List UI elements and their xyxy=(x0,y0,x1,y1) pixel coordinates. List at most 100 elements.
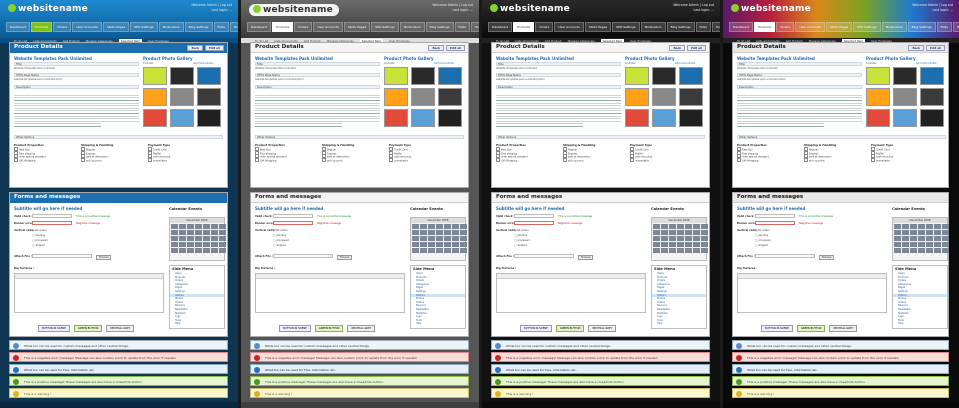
calendar-day[interactable] xyxy=(412,248,419,253)
radio-option[interactable]: ◯ shipped xyxy=(755,244,768,247)
gallery-thumb[interactable] xyxy=(920,67,944,85)
calendar-day[interactable] xyxy=(460,236,467,241)
nav-tab[interactable]: Orders xyxy=(776,22,795,32)
option-checkbox[interactable]: unavailable xyxy=(871,158,926,162)
nav-tab[interactable]: FAQs xyxy=(936,22,952,32)
calendar-day[interactable] xyxy=(195,230,202,235)
nav-tab[interactable]: Static Pages xyxy=(102,22,130,32)
scene-button[interactable]: BUTTON IN SCENE xyxy=(38,325,70,332)
green-button[interactable]: GREEN BUTTON xyxy=(314,325,344,332)
calendar-day[interactable] xyxy=(428,248,435,253)
back-button[interactable]: Back xyxy=(669,45,685,51)
add-photos-link[interactable]: add more photos xyxy=(434,62,464,66)
gallery-thumb[interactable] xyxy=(679,88,703,106)
nav-tab[interactable]: FAQs xyxy=(454,22,470,32)
calendar-day[interactable] xyxy=(902,224,909,229)
gallery-thumb[interactable] xyxy=(866,109,890,127)
calendar-day[interactable] xyxy=(677,248,684,253)
nav-tab[interactable]: SEO Settings xyxy=(853,22,881,32)
title-value[interactable]: Website Templates Pack Unlimited xyxy=(14,67,139,71)
gallery-thumb[interactable] xyxy=(625,88,649,106)
gallery-thumb[interactable] xyxy=(893,109,917,127)
nav-tab[interactable]: Orders xyxy=(294,22,313,32)
notification-info[interactable]: While too can be used for custom message… xyxy=(250,340,469,350)
calendar-day[interactable] xyxy=(701,248,708,253)
calendar-day[interactable] xyxy=(187,230,194,235)
calendar-day[interactable] xyxy=(661,224,668,229)
calendar-day[interactable] xyxy=(412,236,419,241)
option-checkbox[interactable]: unavailable xyxy=(630,158,685,162)
radio-option[interactable]: ◯ shipped xyxy=(273,244,286,247)
calendar-day[interactable] xyxy=(179,230,186,235)
calendar-day[interactable] xyxy=(420,230,427,235)
calendar-day[interactable] xyxy=(195,236,202,241)
calendar-day[interactable] xyxy=(926,230,933,235)
nav-tab[interactable]: Products xyxy=(31,22,53,32)
calendar-day[interactable] xyxy=(412,242,419,247)
text-input-error[interactable] xyxy=(273,221,313,225)
nav-tab[interactable]: User Accounts xyxy=(72,22,102,32)
calendar-day[interactable] xyxy=(685,242,692,247)
notification-err[interactable]: This is a negative error message! Messag… xyxy=(491,352,710,362)
option-checkbox[interactable]: pick up point xyxy=(322,158,377,162)
calendar-day[interactable] xyxy=(669,236,676,241)
nav-tab[interactable]: Static Pages xyxy=(825,22,853,32)
gallery-thumb[interactable] xyxy=(170,88,194,106)
edit-all-button[interactable]: Edit all xyxy=(687,45,706,51)
radio-option[interactable]: ◯ processed xyxy=(273,239,289,242)
back-button[interactable]: Back xyxy=(187,45,203,51)
gallery-thumb[interactable] xyxy=(652,109,676,127)
calendar-day[interactable] xyxy=(693,248,700,253)
option-checkbox[interactable]: pick up point xyxy=(563,158,618,162)
rich-text-editor[interactable] xyxy=(14,273,164,313)
nav-tab[interactable]: Hosting Options xyxy=(952,22,959,32)
gallery-thumb[interactable] xyxy=(920,88,944,106)
radio-option[interactable]: ◯ processed xyxy=(755,239,771,242)
browse-button[interactable]: Browse xyxy=(578,255,594,260)
browse-button[interactable]: Browse xyxy=(96,255,112,260)
calendar-day[interactable] xyxy=(701,242,708,247)
radio-option[interactable]: ◯ pending xyxy=(514,234,527,237)
calendar-day[interactable] xyxy=(187,224,194,229)
calendar-day[interactable] xyxy=(902,230,909,235)
calendar-day[interactable] xyxy=(902,236,909,241)
option-checkbox[interactable]: pick up point xyxy=(81,158,136,162)
calendar-day[interactable] xyxy=(902,248,909,253)
calendar-day[interactable] xyxy=(918,230,925,235)
calendar-day[interactable] xyxy=(942,236,949,241)
calendar-day[interactable] xyxy=(894,236,901,241)
add-photos-link[interactable]: add more photos xyxy=(916,62,946,66)
text-input[interactable] xyxy=(755,214,795,218)
green-button[interactable]: GREEN BUTTON xyxy=(73,325,103,332)
calendar-day[interactable] xyxy=(661,242,668,247)
calendar-day[interactable] xyxy=(685,224,692,229)
calendar-day[interactable] xyxy=(918,236,925,241)
nav-tab[interactable]: FAQs xyxy=(213,22,229,32)
notification-tip[interactable]: What too can be used for Tips, Informati… xyxy=(491,364,710,374)
green-button[interactable]: GREEN BUTTON xyxy=(555,325,585,332)
option-checkbox[interactable]: pick up point xyxy=(804,158,859,162)
radio-option[interactable]: ◯ all orders xyxy=(273,229,288,232)
calendar-day[interactable] xyxy=(420,224,427,229)
gallery-thumb[interactable] xyxy=(625,109,649,127)
notification-ok[interactable]: This is a positive message! These messag… xyxy=(250,376,469,386)
notification-tip[interactable]: What too can be used for Tips, Informati… xyxy=(732,364,949,374)
radio-option[interactable]: ◯ all orders xyxy=(514,229,529,232)
nav-tab[interactable]: SEO Settings xyxy=(371,22,399,32)
html-value[interactable]: website-templates-pack-unlimited.phtml xyxy=(255,78,380,82)
notification-info[interactable]: While too can be used for custom message… xyxy=(9,340,228,350)
calendar-day[interactable] xyxy=(203,236,210,241)
gallery-thumb[interactable] xyxy=(197,88,221,106)
calendar-day[interactable] xyxy=(420,248,427,253)
nav-tab[interactable]: SEO Settings xyxy=(130,22,158,32)
calendar-day[interactable] xyxy=(211,224,218,229)
file-input[interactable] xyxy=(273,254,333,258)
calendar-day[interactable] xyxy=(179,242,186,247)
nav-tab[interactable]: Hosting Options xyxy=(711,22,720,32)
browse-button[interactable]: Browse xyxy=(819,255,835,260)
calendar-day[interactable] xyxy=(685,236,692,241)
edit-all-button[interactable]: Edit all xyxy=(926,45,945,51)
calendar-day[interactable] xyxy=(436,230,443,235)
radio-option[interactable]: ◯ pending xyxy=(32,234,45,237)
radio-option[interactable]: ◯ processed xyxy=(32,239,48,242)
